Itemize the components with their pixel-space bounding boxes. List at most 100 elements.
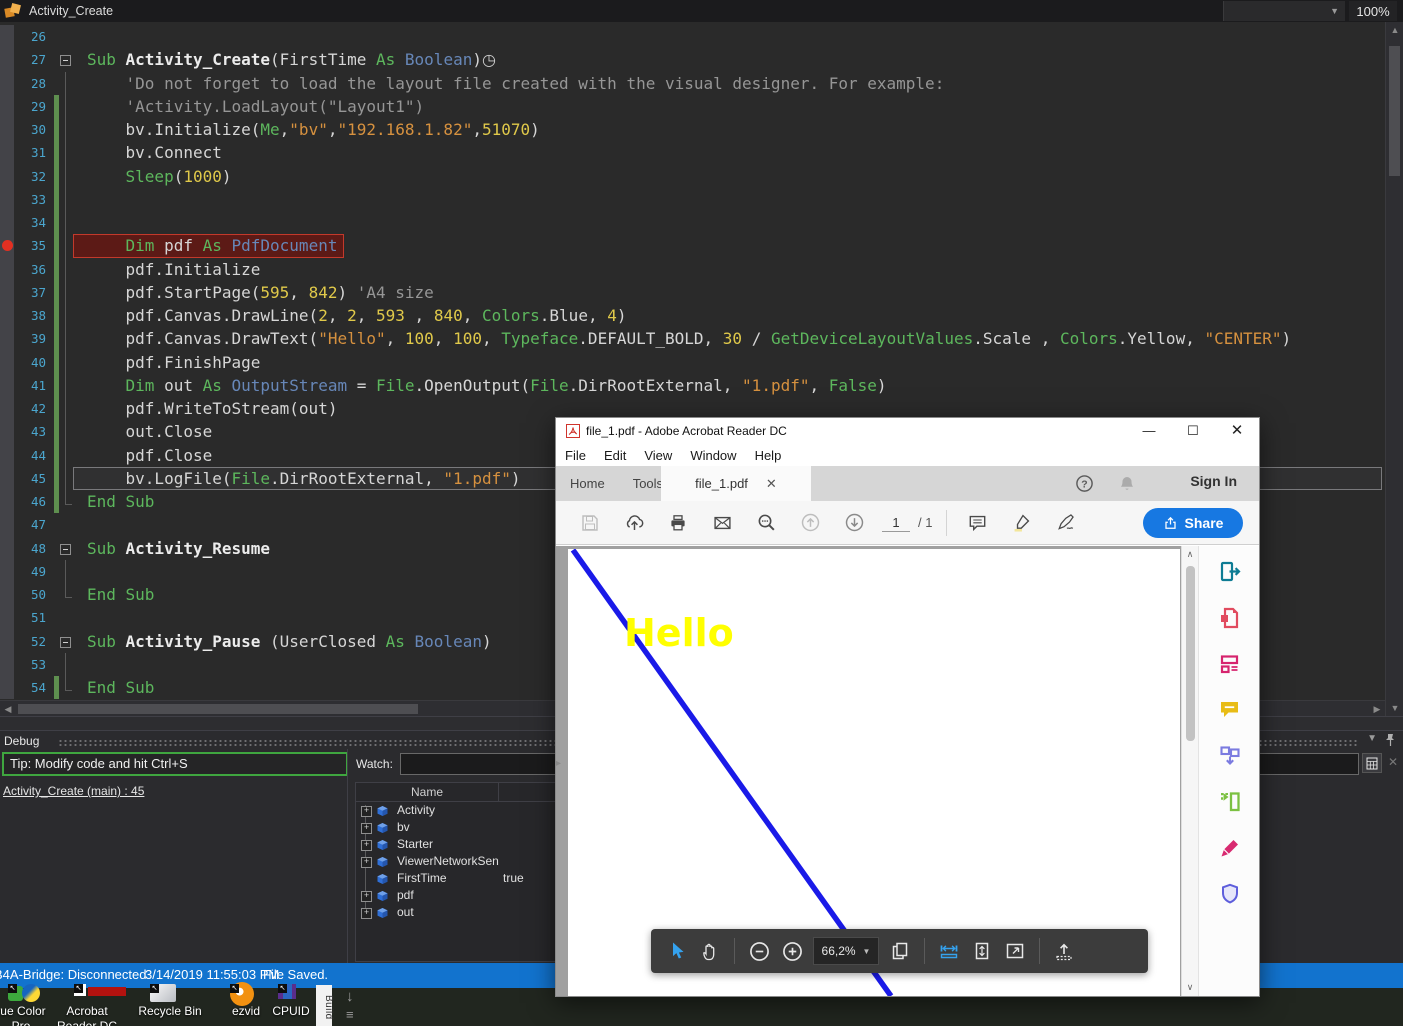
zoom-level-dropdown[interactable]: 66,2% ▼ xyxy=(813,937,879,965)
tab-close-icon[interactable]: ✕ xyxy=(766,476,777,492)
minimize-button[interactable]: — xyxy=(1127,418,1171,444)
desktop-icon-recycle-bin[interactable]: ↖ xyxy=(150,984,206,1004)
breakpoint-margin[interactable] xyxy=(0,350,14,374)
expand-toggle-icon[interactable]: + xyxy=(361,806,372,817)
breakpoint-margin[interactable] xyxy=(0,490,14,514)
page-down-icon[interactable] xyxy=(843,512,865,534)
code-line-26[interactable]: 26 xyxy=(0,25,1385,49)
code-line-37[interactable]: 37 pdf.StartPage(595, 842) 'A4 size xyxy=(0,280,1385,305)
fit-width-icon[interactable] xyxy=(937,939,961,963)
create-pdf-icon[interactable] xyxy=(1218,606,1242,630)
code-line-31[interactable]: 31 bv.Connect xyxy=(0,141,1385,165)
vscroll-thumb[interactable] xyxy=(1389,46,1400,176)
breakpoint-margin[interactable] xyxy=(0,536,14,560)
notifications-bell-icon[interactable] xyxy=(1117,474,1137,494)
comment-tool-icon[interactable] xyxy=(1218,698,1242,722)
breakpoint-margin[interactable] xyxy=(0,513,14,537)
export-pdf-icon[interactable] xyxy=(1218,560,1242,584)
expand-toggle-icon[interactable]: + xyxy=(361,891,372,902)
page-up-icon[interactable] xyxy=(799,512,821,534)
breakpoint-margin[interactable] xyxy=(0,48,14,72)
hand-tool-icon[interactable] xyxy=(698,939,722,963)
hscroll-thumb[interactable] xyxy=(18,704,418,714)
breakpoint-margin[interactable] xyxy=(0,606,14,630)
page-number-input[interactable] xyxy=(882,513,910,532)
menu-item-window[interactable]: Window xyxy=(681,448,745,463)
sign-in-button[interactable]: Sign In xyxy=(1190,473,1237,489)
select-cursor-icon[interactable] xyxy=(665,939,689,963)
breakpoint-margin[interactable] xyxy=(0,373,14,397)
expand-toggle-icon[interactable]: + xyxy=(361,857,372,868)
watch-row[interactable]: FirstTime true xyxy=(356,870,561,887)
save-icon[interactable] xyxy=(579,512,601,534)
breakpoint-margin[interactable] xyxy=(0,257,14,281)
breakpoint-dot[interactable] xyxy=(2,240,13,252)
scroll-down-icon[interactable]: ▼ xyxy=(1386,700,1403,716)
breakpoint-margin[interactable] xyxy=(0,559,14,583)
breakpoint-margin[interactable] xyxy=(0,118,14,142)
code-line-40[interactable]: 40 pdf.FinishPage xyxy=(0,350,1385,375)
code-line-30[interactable]: 30 bv.Initialize(Me,"bv","192.168.1.82",… xyxy=(0,118,1385,142)
highlighter-icon[interactable] xyxy=(1010,512,1032,534)
breakpoint-margin[interactable] xyxy=(0,676,14,700)
nav-pane-toggle-icon[interactable]: ▸ xyxy=(556,758,561,769)
tab-home[interactable]: Home xyxy=(556,466,619,501)
fullscreen-icon[interactable] xyxy=(1003,939,1027,963)
pin-icon[interactable] xyxy=(1383,733,1397,747)
fill-sign-icon[interactable] xyxy=(1054,512,1076,534)
editor-zoom-level[interactable]: 100% xyxy=(1349,1,1397,21)
menu-item-view[interactable]: View xyxy=(635,448,681,463)
evaluate-button[interactable] xyxy=(1362,753,1382,773)
fill-sign-tool-icon[interactable] xyxy=(1218,836,1242,860)
breakpoint-margin[interactable] xyxy=(0,443,14,467)
fit-page-icon[interactable] xyxy=(970,939,994,963)
acrobat-title-bar[interactable]: file_1.pdf - Adobe Acrobat Reader DC — ☐… xyxy=(556,418,1259,444)
build-side-tab[interactable]: Build xyxy=(316,985,334,1026)
watch-row[interactable]: + pdf xyxy=(356,887,561,904)
code-line-39[interactable]: 39 pdf.Canvas.DrawText("Hello", 100, 100… xyxy=(0,327,1385,351)
watch-row[interactable]: + Starter xyxy=(356,836,561,853)
expand-toggle-icon[interactable]: + xyxy=(361,908,372,919)
clear-watch-icon[interactable]: ✕ xyxy=(1385,753,1401,771)
menu-item-edit[interactable]: Edit xyxy=(595,448,635,463)
expand-toggle-icon[interactable]: + xyxy=(361,823,372,834)
breakpoint-margin[interactable] xyxy=(0,327,14,351)
code-line-41[interactable]: 41 Dim out As OutputStream = File.OpenOu… xyxy=(0,373,1385,398)
breakpoint-margin[interactable] xyxy=(0,420,14,444)
share-button[interactable]: Share xyxy=(1143,508,1243,538)
code-line-29[interactable]: 29 'Activity.LoadLayout("Layout1") xyxy=(0,94,1385,119)
zoom-search-icon[interactable] xyxy=(755,512,777,534)
editor-vertical-scrollbar[interactable]: ▲ ▼ xyxy=(1385,22,1403,716)
cloud-upload-icon[interactable] xyxy=(623,512,645,534)
pdf-scrollbar[interactable]: ∧ ∨ xyxy=(1181,546,1199,996)
menu-item-help[interactable]: Help xyxy=(746,448,791,463)
email-icon[interactable] xyxy=(711,512,733,534)
breakpoint-margin[interactable] xyxy=(0,234,14,258)
pdf-scroll-thumb[interactable] xyxy=(1186,566,1195,741)
code-line-32[interactable]: 32 Sleep(1000) xyxy=(0,164,1385,189)
print-icon[interactable] xyxy=(667,512,689,534)
code-line-28[interactable]: 28 'Do not forget to load the layout fil… xyxy=(0,71,1385,96)
breakpoint-margin[interactable] xyxy=(0,397,14,421)
combine-files-icon[interactable] xyxy=(1218,744,1242,768)
zoom-out-icon[interactable] xyxy=(747,939,771,963)
breakpoint-margin[interactable] xyxy=(0,583,14,607)
zoom-in-icon[interactable] xyxy=(780,939,804,963)
code-line-35[interactable]: 35 Dim pdf As PdfDocument xyxy=(0,234,1385,258)
expand-toggle-icon[interactable]: + xyxy=(361,840,372,851)
breakpoint-margin[interactable] xyxy=(0,280,14,304)
code-line-33[interactable]: 33 xyxy=(0,187,1385,212)
organize-pages-icon[interactable] xyxy=(1218,790,1242,814)
help-icon[interactable]: ? xyxy=(1075,474,1094,493)
scroll-right-icon[interactable]: ▶ xyxy=(1369,701,1385,717)
breakpoint-margin[interactable] xyxy=(0,141,14,165)
scroll-left-icon[interactable]: ◀ xyxy=(0,701,16,717)
fold-toggle-icon[interactable] xyxy=(60,55,71,67)
fold-toggle-icon[interactable] xyxy=(60,543,71,555)
watch-row[interactable]: + Activity xyxy=(356,802,561,819)
watch-table[interactable]: Name + Activity + bv + Starter + ViewerNetworkS… xyxy=(355,782,562,962)
code-line-36[interactable]: 36 pdf.Initialize xyxy=(0,257,1385,282)
desktop-icon-acrobat[interactable]: ↖ xyxy=(74,984,130,1004)
comment-icon[interactable] xyxy=(966,512,988,534)
breakpoint-margin[interactable] xyxy=(0,187,14,211)
